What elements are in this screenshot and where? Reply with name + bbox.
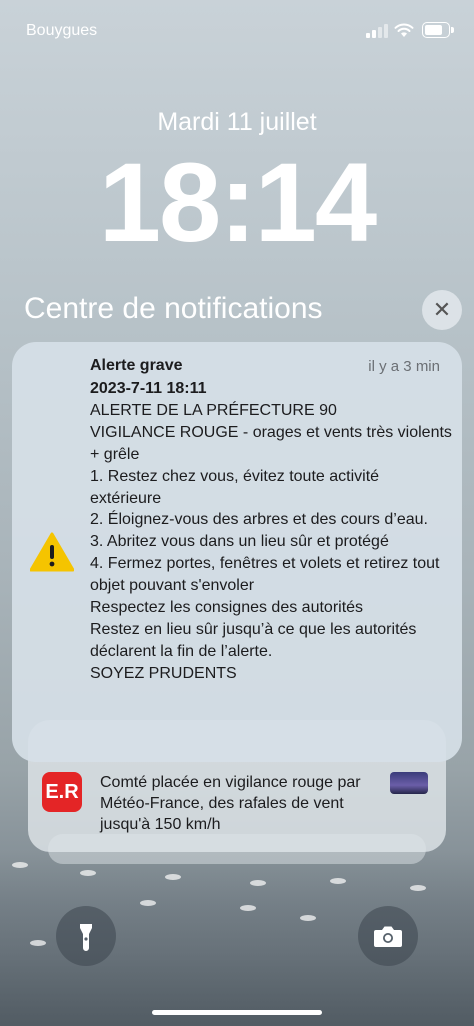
alert-line: ALERTE DE LA PRÉFECTURE 90 xyxy=(90,401,337,419)
bird-decoration xyxy=(165,874,181,880)
flashlight-icon xyxy=(80,924,92,951)
alert-timestamp: il y a 3 min xyxy=(368,358,440,375)
flashlight-button[interactable] xyxy=(56,906,116,966)
alert-line: 2. Éloignez-vous des arbres et des cours… xyxy=(90,511,428,529)
warning-icon xyxy=(30,532,74,572)
bird-decoration xyxy=(30,940,46,946)
bird-decoration xyxy=(240,905,256,911)
lockscreen-time: 18:14 xyxy=(98,140,377,265)
alert-line: Restez en lieu sûr jusqu’à ce que les au… xyxy=(90,620,417,660)
notification-thumbnail xyxy=(390,772,428,794)
lockscreen-date: Mardi 11 juillet xyxy=(157,108,317,136)
notification-text: Comté placée en vigilance rouge par Mété… xyxy=(100,774,361,833)
close-icon[interactable]: ✕ xyxy=(422,290,462,330)
bird-decoration xyxy=(140,900,156,906)
bird-decoration xyxy=(330,878,346,884)
battery-icon xyxy=(422,22,454,38)
alert-line: SOYEZ PRUDENTS xyxy=(90,664,237,682)
alert-line: 4. Fermez portes, fenêtres et volets et … xyxy=(90,555,440,595)
alert-line: VIGILANCE ROUGE - orages et vents très v… xyxy=(90,423,452,463)
alert-line: 1. Restez chez vous, évitez toute activi… xyxy=(90,467,380,507)
alert-line: Respectez les consignes des autorités xyxy=(90,599,364,617)
app-logo-icon: E.R xyxy=(42,772,82,812)
bird-decoration xyxy=(250,880,266,886)
notification-center-title: Centre de notifications xyxy=(24,292,323,325)
status-bar: Bouygues xyxy=(0,0,474,60)
cellular-signal-icon xyxy=(366,24,388,38)
bird-decoration xyxy=(410,885,426,891)
alert-line: 2023-7-11 18:11 xyxy=(90,380,207,397)
severe-alert-notification[interactable]: Alerte grave il y a 3 min 2023-7-11 18:1… xyxy=(12,342,462,762)
alert-body: 2023-7-11 18:11 ALERTE DE LA PRÉFECTURE … xyxy=(90,378,452,685)
battery-fill xyxy=(425,25,442,35)
alert-title: Alerte grave xyxy=(90,357,183,374)
home-indicator[interactable] xyxy=(152,1010,322,1015)
bird-decoration xyxy=(300,915,316,921)
alert-line: 3. Abritez vous dans un lieu sûr et prot… xyxy=(90,533,389,551)
carrier-label: Bouygues xyxy=(26,22,98,39)
camera-button[interactable] xyxy=(358,906,418,966)
bird-decoration xyxy=(80,870,96,876)
camera-icon xyxy=(374,926,402,947)
wifi-icon xyxy=(394,23,414,37)
bird-decoration xyxy=(12,862,28,868)
